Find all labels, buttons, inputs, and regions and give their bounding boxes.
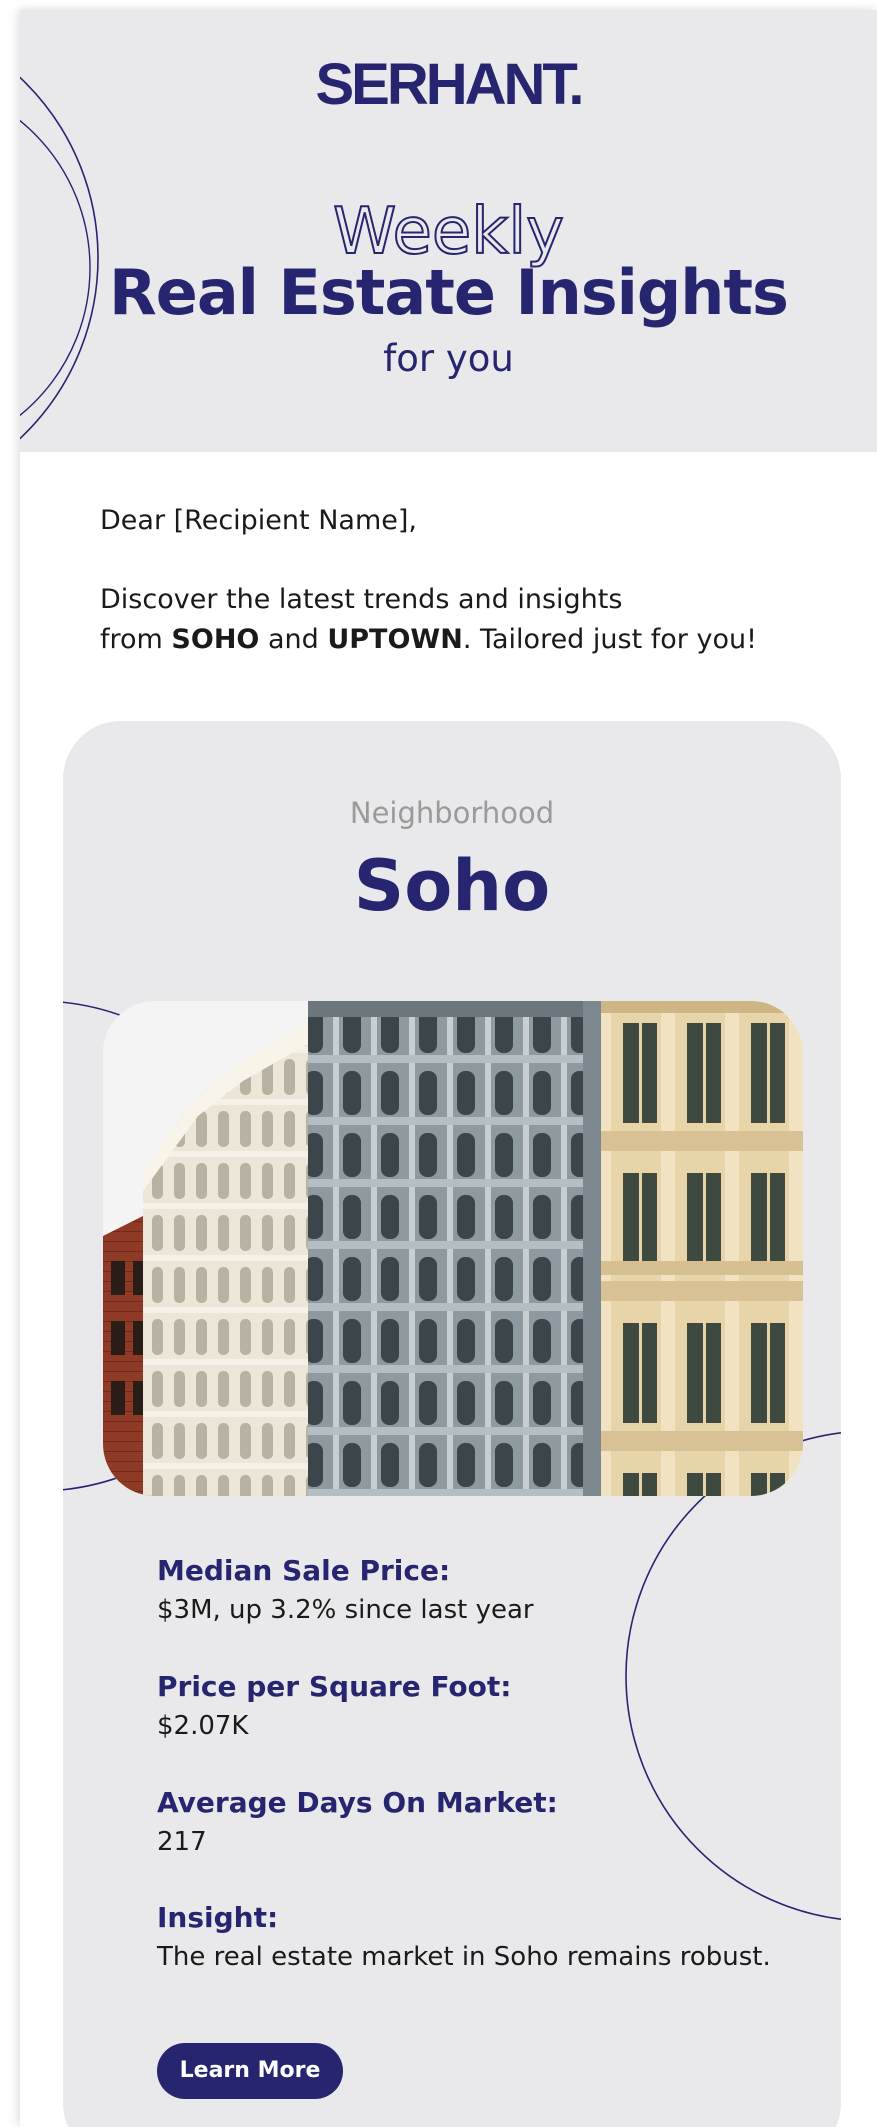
serhant-logo: SERHANT.	[315, 52, 584, 117]
intro-and: and	[259, 624, 328, 655]
subline: for you	[383, 337, 514, 380]
intro-hood-uptown: UPTOWN	[327, 624, 463, 655]
email-header: SERHANT. Weekly Real Estate Insights for…	[20, 10, 877, 452]
headline: Real Estate Insights	[109, 256, 789, 329]
greeting: Dear [Recipient Name],	[100, 505, 417, 536]
neighborhood-title: Soho	[353, 845, 551, 927]
neighborhood-card: Neighborhood Soho Median Sale Price: $3M…	[63, 721, 841, 2127]
stat-value: $2.07K	[157, 1710, 249, 1741]
stat-value: The real estate market in Soho remains r…	[157, 1941, 771, 1972]
learn-more-button[interactable]: Learn More	[157, 2043, 343, 2099]
cast-iron-building-facades-photo	[103, 1001, 803, 1496]
intro-hood-soho: SOHO	[171, 624, 260, 655]
intro-from: from	[100, 624, 172, 655]
neighborhood-photo	[103, 1001, 803, 1496]
intro-paragraph: Discover the latest trends and insights …	[100, 580, 820, 660]
weekly-outline-text: Weekly	[332, 195, 565, 269]
stat-label: Insight:	[157, 1901, 279, 1934]
stat-label: Median Sale Price:	[157, 1554, 451, 1587]
stat-insight: Insight: The real estate market in Soho …	[157, 1901, 771, 1974]
card-eyebrow: Neighborhood	[349, 796, 555, 830]
stat-label: Average Days On Market:	[157, 1786, 558, 1819]
email-body: SERHANT. Weekly Real Estate Insights for…	[20, 10, 877, 2127]
stat-average-days-on-market: Average Days On Market: 217	[157, 1786, 558, 1859]
intro-line-1: Discover the latest trends and insights	[100, 584, 623, 615]
intro-end: . Tailored just for you!	[462, 624, 757, 655]
stat-price-per-square-foot: Price per Square Foot: $2.07K	[157, 1670, 511, 1743]
stat-value: $3M, up 3.2% since last year	[157, 1594, 534, 1625]
stat-value: 217	[157, 1826, 207, 1857]
stat-label: Price per Square Foot:	[157, 1670, 512, 1703]
stat-median-sale-price: Median Sale Price: $3M, up 3.2% since la…	[157, 1554, 534, 1627]
